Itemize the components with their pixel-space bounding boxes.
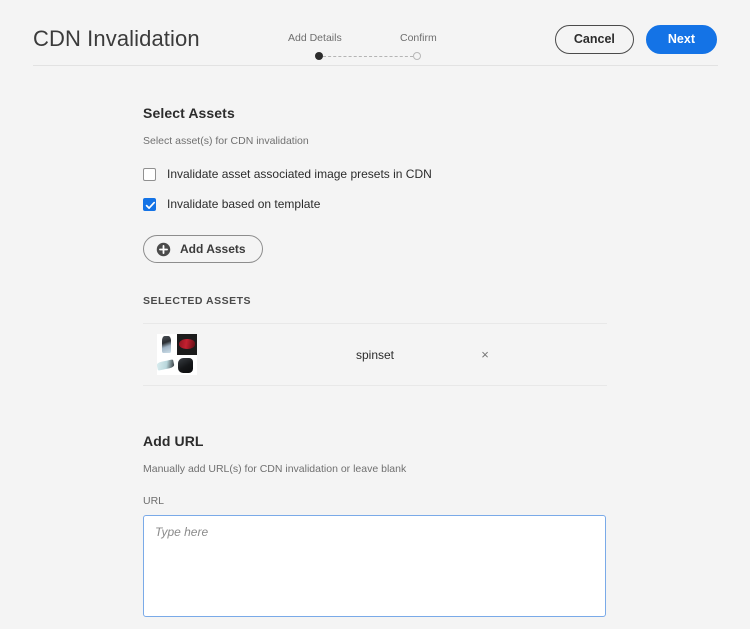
page-title: CDN Invalidation — [33, 26, 200, 51]
asset-thumbnail — [157, 334, 197, 375]
select-assets-subtitle: Select asset(s) for CDN invalidation — [143, 135, 309, 147]
add-url-title: Add URL — [143, 433, 204, 449]
add-url-subtitle: Manually add URL(s) for CDN invalidation… — [143, 463, 407, 475]
checkbox-row-template[interactable]: Invalidate based on template — [143, 197, 608, 211]
add-assets-button[interactable]: Add Assets — [143, 235, 263, 263]
thumbnail-tile-4 — [177, 354, 197, 375]
checkbox-template[interactable] — [143, 197, 156, 211]
header-actions: Cancel Next — [554, 25, 717, 54]
url-field-label: URL — [143, 495, 165, 507]
checkbox-image-presets[interactable] — [143, 167, 156, 181]
step-indicator: Add Details Confirm — [288, 32, 468, 64]
thumbnail-tile-3 — [157, 354, 177, 375]
checkbox-label-template: Invalidate based on template — [167, 197, 321, 211]
asset-name: spinset — [355, 347, 395, 362]
step-track — [315, 52, 421, 62]
next-button[interactable]: Next — [645, 25, 717, 54]
add-assets-label: Add Assets — [180, 242, 246, 256]
plus-circle-icon — [156, 242, 171, 256]
step-labels: Add Details Confirm — [288, 32, 468, 46]
step-dot-add-details[interactable] — [315, 52, 323, 60]
checkbox-label-image-presets: Invalidate asset associated image preset… — [167, 167, 432, 181]
page-header: CDN Invalidation Add Details Confirm Can… — [0, 0, 750, 66]
add-url-section: Add URL Manually add URL(s) for CDN inva… — [143, 433, 608, 617]
remove-asset-icon[interactable]: × — [475, 345, 495, 365]
select-assets-title: Select Assets — [143, 105, 235, 121]
step-dot-confirm[interactable] — [413, 52, 421, 60]
header-divider — [33, 65, 718, 66]
step-label-confirm: Confirm — [400, 32, 437, 44]
main-content: Select Assets Select asset(s) for CDN in… — [143, 105, 608, 617]
step-label-add-details: Add Details — [288, 32, 342, 44]
selected-assets-heading: SELECTED ASSETS — [143, 295, 252, 307]
step-connector-line — [323, 56, 413, 57]
thumbnail-tile-1 — [157, 334, 177, 355]
thumbnail-tile-2 — [177, 334, 197, 355]
checkmark-icon — [145, 201, 156, 209]
checkbox-row-image-presets[interactable]: Invalidate asset associated image preset… — [143, 167, 608, 181]
selected-asset-row: spinset × — [143, 323, 607, 386]
url-input[interactable] — [143, 515, 606, 617]
cancel-button[interactable]: Cancel — [554, 25, 634, 54]
